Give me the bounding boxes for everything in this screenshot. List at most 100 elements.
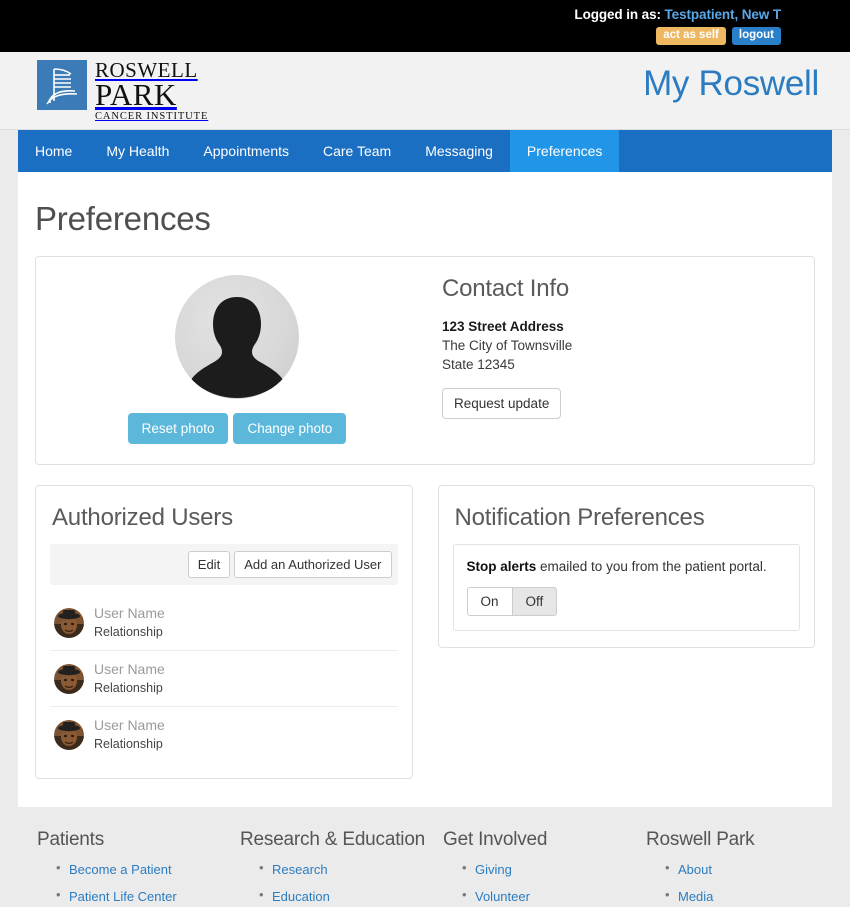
list-item[interactable]: Giving [462, 860, 646, 879]
list-item[interactable]: Volunteer [462, 887, 646, 906]
contact-info-heading: Contact Info [442, 275, 570, 302]
notification-preferences-panel: Notification Preferences Stop alerts ema… [437, 485, 815, 648]
footer-link[interactable]: Patient Life Center [69, 889, 177, 904]
footer-link-list: About Media Diversity [646, 860, 849, 907]
list-item[interactable]: Research [259, 860, 443, 879]
user-name: User Name [94, 605, 165, 621]
footer-link-list: Become a Patient Patient Life Center Phy… [37, 860, 240, 907]
list-item[interactable]: Patient Life Center [56, 887, 240, 906]
contact-street: 123 Street Address [442, 319, 564, 334]
footer-column-research-education: Research & Education Research Education … [240, 829, 443, 907]
nav-item-preferences[interactable]: Preferences [509, 130, 620, 172]
stop-alerts-on-button[interactable]: On [466, 587, 513, 616]
nav-item-care-team[interactable]: Care Team [306, 130, 408, 172]
authorized-users-body: Authorized Users Edit Add an Authorized … [36, 486, 412, 778]
logged-in-status: Logged in as: Testpatient, New T [574, 7, 781, 23]
logged-in-label: Logged in as: [574, 7, 661, 22]
footer-column-title: Get Involved [443, 829, 548, 850]
list-item[interactable]: About [665, 860, 849, 879]
reset-photo-button[interactable]: Reset photo [127, 413, 229, 444]
roswell-park-building-icon [37, 60, 87, 110]
list-item[interactable]: Become a Patient [56, 860, 240, 879]
footer-link-list: Giving Volunteer Careers [443, 860, 646, 907]
list-item[interactable]: User Name Relationship [50, 707, 398, 762]
stop-alerts-label-rest: emailed to you from the patient portal. [536, 559, 767, 574]
contact-city: The City of Townsville [442, 338, 573, 353]
nav-item-appointments[interactable]: Appointments [186, 130, 306, 172]
footer-column-roswell-park: Roswell Park About Media Diversity [646, 829, 849, 907]
request-update-button[interactable]: Request update [442, 388, 562, 419]
main-navigation: Home My Health Appointments Care Team Me… [18, 130, 832, 172]
footer-link[interactable]: Become a Patient [69, 862, 172, 877]
stop-alerts-toggle: On Off [466, 587, 787, 616]
profile-photo-section: Reset photo Change photo [36, 275, 438, 444]
authorized-users-panel: Authorized Users Edit Add an Authorized … [35, 485, 413, 779]
stop-alerts-setting: Stop alerts emailed to you from the pati… [452, 544, 800, 631]
footer-link[interactable]: Research [272, 862, 328, 877]
site-footer: Patients Become a Patient Patient Life C… [0, 807, 850, 907]
user-relationship: Relationship [94, 681, 163, 695]
list-item[interactable]: User Name Relationship [50, 595, 398, 651]
user-relationship: Relationship [94, 625, 163, 639]
stop-alerts-label-bold: Stop alerts [466, 559, 537, 574]
footer-link[interactable]: About [678, 862, 712, 877]
list-item-text: User Name Relationship [94, 604, 165, 641]
authorized-users-toolbar: Edit Add an Authorized User [50, 544, 398, 585]
logo-line-cancer-institute: CANCER INSTITUTE [95, 111, 209, 122]
footer-column-title: Patients [37, 829, 105, 850]
list-item-text: User Name Relationship [94, 716, 165, 753]
nav-item-home[interactable]: Home [18, 130, 89, 172]
default-person-avatar-icon [175, 275, 299, 399]
app-root: Logged in as: Testpatient, New T act as … [0, 0, 850, 907]
notification-preferences-column: Notification Preferences Stop alerts ema… [437, 485, 815, 779]
site-header: ROSWELL PARK CANCER INSTITUTE My Roswell [0, 52, 850, 130]
notification-preferences-heading: Notification Preferences [454, 504, 705, 531]
authorized-users-column: Authorized Users Edit Add an Authorized … [35, 485, 413, 779]
user-avatar-icon [54, 719, 84, 750]
main-content: Preferences Reset photo Change photo Con… [18, 172, 832, 807]
logged-in-username: Testpatient, New T [664, 7, 782, 22]
profile-panel: Reset photo Change photo Contact Info 12… [35, 256, 815, 465]
list-item[interactable]: Education [259, 887, 443, 906]
user-name: User Name [94, 717, 165, 733]
footer-link[interactable]: Education [272, 889, 330, 904]
list-item[interactable]: Media [665, 887, 849, 906]
act-as-self-button[interactable]: act as self [656, 27, 726, 45]
portal-title: My Roswell [643, 64, 819, 103]
change-photo-button[interactable]: Change photo [233, 413, 347, 444]
contact-state-zip: State 12345 [442, 357, 515, 372]
contact-info-section: Contact Info 123 Street Address The City… [438, 275, 814, 444]
top-utility-bar: Logged in as: Testpatient, New T act as … [0, 0, 850, 52]
stop-alerts-off-button[interactable]: Off [512, 587, 558, 616]
photo-action-buttons: Reset photo Change photo [127, 413, 347, 444]
nav-item-messaging[interactable]: Messaging [408, 130, 510, 172]
nav-item-my-health[interactable]: My Health [89, 130, 186, 172]
add-authorized-user-button[interactable]: Add an Authorized User [234, 551, 392, 578]
footer-column-get-involved: Get Involved Giving Volunteer Careers [443, 829, 646, 907]
footer-column-patients: Patients Become a Patient Patient Life C… [37, 829, 240, 907]
footer-link[interactable]: Giving [475, 862, 512, 877]
user-name: User Name [94, 661, 165, 677]
site-logo[interactable]: ROSWELL PARK CANCER INSTITUTE [37, 60, 208, 123]
lower-panels-row: Authorized Users Edit Add an Authorized … [35, 485, 815, 779]
page-title: Preferences [35, 200, 211, 237]
user-avatar-icon [54, 607, 84, 638]
edit-button[interactable]: Edit [187, 551, 231, 578]
logout-button[interactable]: logout [731, 27, 781, 45]
notification-preferences-body: Notification Preferences Stop alerts ema… [439, 486, 815, 647]
stop-alerts-label: Stop alerts emailed to you from the pati… [467, 558, 787, 576]
top-utility-buttons: act as self logout [656, 27, 781, 45]
logo-wordmark: ROSWELL PARK CANCER INSTITUTE [95, 60, 208, 123]
user-relationship: Relationship [94, 737, 163, 751]
logo-line-park: PARK [95, 77, 177, 112]
authorized-users-heading: Authorized Users [52, 504, 233, 531]
footer-column-title: Roswell Park [646, 829, 755, 850]
list-item[interactable]: User Name Relationship [50, 651, 398, 707]
list-item-text: User Name Relationship [94, 660, 165, 697]
nav-wrapper: Home My Health Appointments Care Team Me… [0, 130, 850, 172]
footer-link[interactable]: Media [678, 889, 713, 904]
footer-link-list: Research Education Prevention [240, 860, 443, 907]
footer-column-title: Research & Education [240, 829, 426, 850]
user-avatar-icon [54, 663, 84, 694]
footer-link[interactable]: Volunteer [475, 889, 530, 904]
